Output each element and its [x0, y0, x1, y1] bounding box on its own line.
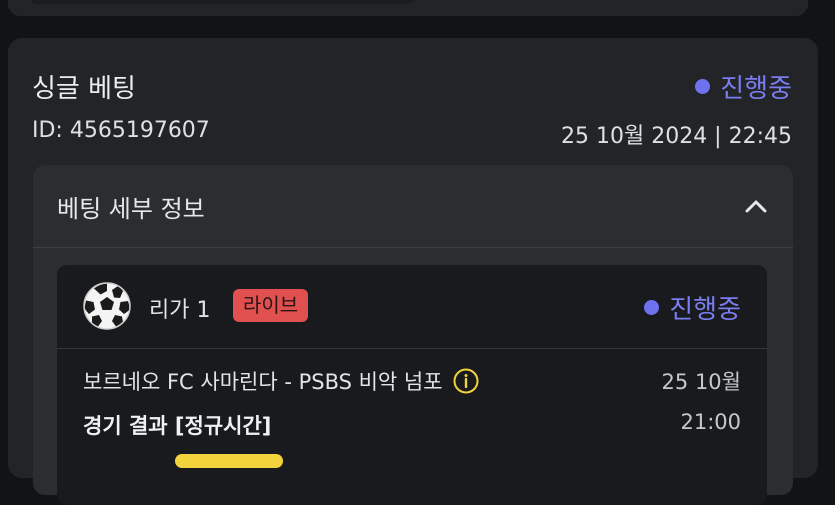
chevron-up-icon[interactable]	[745, 199, 767, 213]
event-name: 보르네오 FC 사마린다 - PSBS 비악 넘포	[83, 366, 479, 396]
match-status-label: 진행중	[669, 295, 741, 325]
bet-details-panel: 베팅 세부 정보 리가 1 라이브 진행중 보르네오 FC 사마린다 - PSB…	[33, 165, 793, 505]
bet-id: ID: 4565197607	[32, 118, 210, 143]
live-badge: 라이브	[233, 289, 309, 322]
bet-card: 싱글 베팅 진행중 ID: 4565197607 25 10월 2024 | 2…	[8, 38, 818, 505]
bet-details-header[interactable]: 베팅 세부 정보	[33, 165, 793, 248]
bet-header: 싱글 베팅 진행중	[32, 68, 792, 104]
bet-details-title: 베팅 세부 정보	[57, 195, 205, 223]
bet-status: 진행중	[695, 68, 792, 105]
info-icon[interactable]	[453, 368, 479, 394]
event-date: 25 10월	[661, 370, 741, 394]
match-card: 리가 1 라이브 진행중 보르네오 FC 사마린다 - PSBS 비악 넘포 2…	[57, 265, 767, 505]
bet-datetime: 25 10월 2024 | 22:45	[560, 124, 792, 149]
event-title: 보르네오 FC 사마린다 - PSBS 비악 넘포	[83, 370, 443, 394]
event-row: 보르네오 FC 사마린다 - PSBS 비악 넘포 25 10월	[83, 366, 741, 398]
bet-status-label: 진행중	[720, 74, 792, 104]
league-name: 리가 1	[149, 298, 211, 323]
previous-card-inner-bar	[28, 0, 416, 4]
match-status: 진행중	[644, 289, 741, 326]
match-header: 리가 1 라이브 진행중	[57, 265, 767, 349]
soccer-ball-icon	[83, 282, 131, 330]
status-dot-icon	[695, 79, 711, 94]
market-row: 경기 결과 [정규시간] 21:00	[83, 410, 741, 442]
market-name: 경기 결과 [정규시간]	[83, 414, 272, 438]
status-dot-icon	[644, 300, 660, 315]
selection-pill	[175, 454, 283, 468]
previous-bet-card	[8, 0, 808, 16]
event-time: 21:00	[680, 410, 741, 434]
bet-type-title: 싱글 베팅	[32, 74, 136, 104]
bet-meta: ID: 4565197607 25 10월 2024 | 22:45	[32, 118, 792, 149]
